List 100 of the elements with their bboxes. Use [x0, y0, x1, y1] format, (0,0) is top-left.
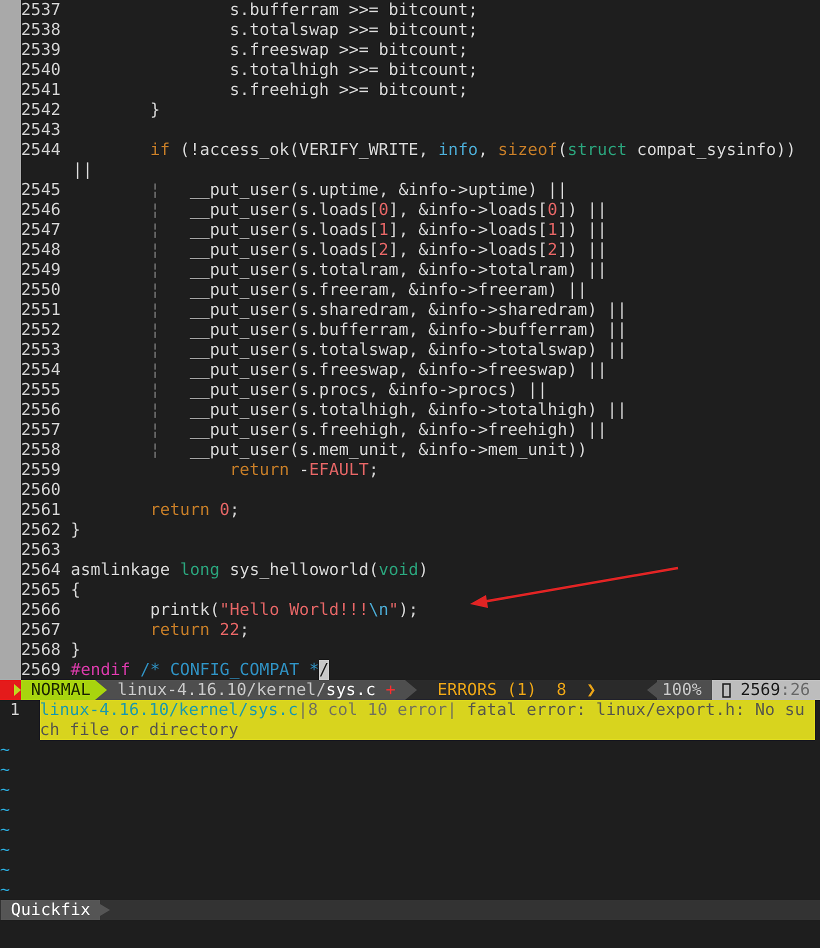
code-token: sizeof: [498, 140, 558, 160]
error-line: 8: [556, 680, 566, 700]
code-token: sys_helloworld(: [228, 560, 379, 580]
line-number: 2568: [21, 640, 61, 660]
indent-guide: ¦: [149, 240, 160, 260]
indent-guide: ¦: [149, 320, 160, 340]
line-number: 2544: [21, 140, 61, 160]
code-token: s.totalswap >>= bitcount;: [228, 20, 478, 40]
line-number-icon: [722, 682, 731, 698]
line-number: 2569: [21, 660, 61, 680]
code-token: long: [180, 560, 220, 580]
line-number: 2539: [21, 40, 61, 60]
code-token: }: [70, 520, 81, 540]
indent-guide: ¦: [149, 440, 160, 460]
line-number: 2547: [21, 220, 61, 240]
line-number: 2546: [21, 200, 61, 220]
code-token: ): [418, 560, 428, 580]
line-number: 2564: [21, 560, 61, 580]
modified-mark: +: [384, 680, 396, 700]
code-token: info: [438, 140, 478, 160]
line-number: 2545: [21, 180, 61, 200]
entry-number: 1: [8, 700, 21, 721]
code-token: s.freehigh >>= bitcount;: [228, 80, 468, 100]
indent-guide: ¦: [149, 220, 160, 240]
line-number: 2558: [21, 440, 61, 460]
code-token: return: [228, 460, 290, 480]
code-token: __put_user(s.bufferram, &info->bufferram) ||: [188, 320, 627, 340]
indent-guide: ¦: [149, 380, 160, 400]
code-token: __put_user(s.totalhigh, &info->totalhigh) ||: [188, 400, 627, 420]
file-path: linux-4.16.10/kernel/: [117, 680, 326, 700]
sign-marker-icon: [0, 680, 21, 700]
line-number: 2537: [21, 0, 61, 20]
code-token: {: [70, 580, 81, 600]
code-token: 1: [378, 220, 389, 240]
code-token: ,: [478, 140, 489, 160]
code-token: ;: [230, 500, 240, 520]
error-count: ERRORS (1): [437, 680, 537, 700]
line-number: 2553: [21, 340, 61, 360]
code-token: ], &info->loads[: [388, 200, 548, 220]
tilde-marker: ~: [0, 880, 10, 900]
tilde-marker: ~: [0, 840, 10, 860]
code-token: }: [149, 100, 160, 120]
line-number: 2567: [21, 620, 61, 640]
code-token: return: [149, 500, 210, 520]
indent-guide: ¦: [149, 260, 160, 280]
code-token: __put_user(s.sharedram, &info->sharedram) ||: [188, 300, 627, 320]
indent-guide: ¦: [149, 360, 160, 380]
code-token: __put_user(s.mem_unit, &info->mem_unit)): [188, 440, 588, 460]
code-token: 1: [548, 220, 558, 240]
line-number: 2549: [21, 260, 61, 280]
code-token: ]) ||: [557, 200, 608, 220]
indent-guide: ¦: [149, 340, 160, 360]
line-number: 2541: [21, 80, 61, 100]
code-token: __put_user(s.totalram, &info->totalram) ||: [188, 260, 608, 280]
tilde-marker: ~: [0, 800, 10, 820]
code-token: 0: [378, 200, 389, 220]
code-token: ]) ||: [557, 240, 608, 260]
code-token: __put_user(s.freehigh, &info->freehigh) ||: [188, 420, 608, 440]
code-token: #endif: [70, 660, 130, 680]
line-number: 2560: [21, 480, 61, 500]
indent-guide: ¦: [149, 300, 160, 320]
quickfix-entry[interactable]: linux-4.16.10/kernel/sys.c|8 col 10 error| fatal error: linux/export.h: No such file or directory: [40, 700, 815, 740]
cursor-line: 2569: [740, 680, 780, 700]
code-token: __put_user(s.loads[: [188, 220, 379, 240]
line-number: 2562: [21, 520, 61, 540]
line-number: 2551: [21, 300, 61, 320]
code-token: __put_user(s.freeram, &info->freeram) ||: [188, 280, 588, 300]
code-token: (!access_ok(VERIFY_WRITE,: [178, 140, 430, 160]
code-token: s.freeswap >>= bitcount;: [228, 40, 468, 60]
indent-guide: ¦: [149, 280, 160, 300]
code-token: \n: [368, 600, 389, 620]
tilde-marker: ~: [0, 780, 10, 800]
code-token: printk(: [149, 600, 220, 620]
code-token: __put_user(s.freeswap, &info->freeswap) ||: [188, 360, 608, 380]
code-token: __put_user(s.procs, &info->procs) ||: [188, 380, 548, 400]
code-token: 2: [378, 240, 389, 260]
line-number: 2542: [21, 100, 61, 120]
line-number: 2557: [21, 420, 61, 440]
code-token: 2: [548, 240, 558, 260]
code-token: ;: [240, 620, 250, 640]
code-token: -: [298, 460, 310, 480]
indent-guide: ¦: [149, 420, 160, 440]
code-token: );: [398, 600, 418, 620]
code-token: 0: [548, 200, 558, 220]
file-name: sys.c: [326, 680, 376, 700]
code-token: ], &info->loads[: [388, 240, 548, 260]
code-token: }: [70, 640, 81, 660]
code-token: ], &info->loads[: [388, 220, 548, 240]
code-token: "Hello World!!!: [220, 600, 369, 620]
tilde-marker: ~: [0, 860, 10, 880]
code-token: if: [149, 140, 170, 160]
code-token: ]) ||: [557, 220, 608, 240]
indent-guide: ¦: [149, 180, 160, 200]
code-token: struct: [567, 140, 627, 160]
line-number: 2563: [21, 540, 61, 560]
code-token: EFAULT: [309, 460, 369, 480]
line-number: 2550: [21, 280, 61, 300]
cursor-column: :26: [780, 680, 810, 700]
code-token: /* CONFIG_COMPAT *: [139, 660, 320, 680]
line-number: 2555: [21, 380, 61, 400]
